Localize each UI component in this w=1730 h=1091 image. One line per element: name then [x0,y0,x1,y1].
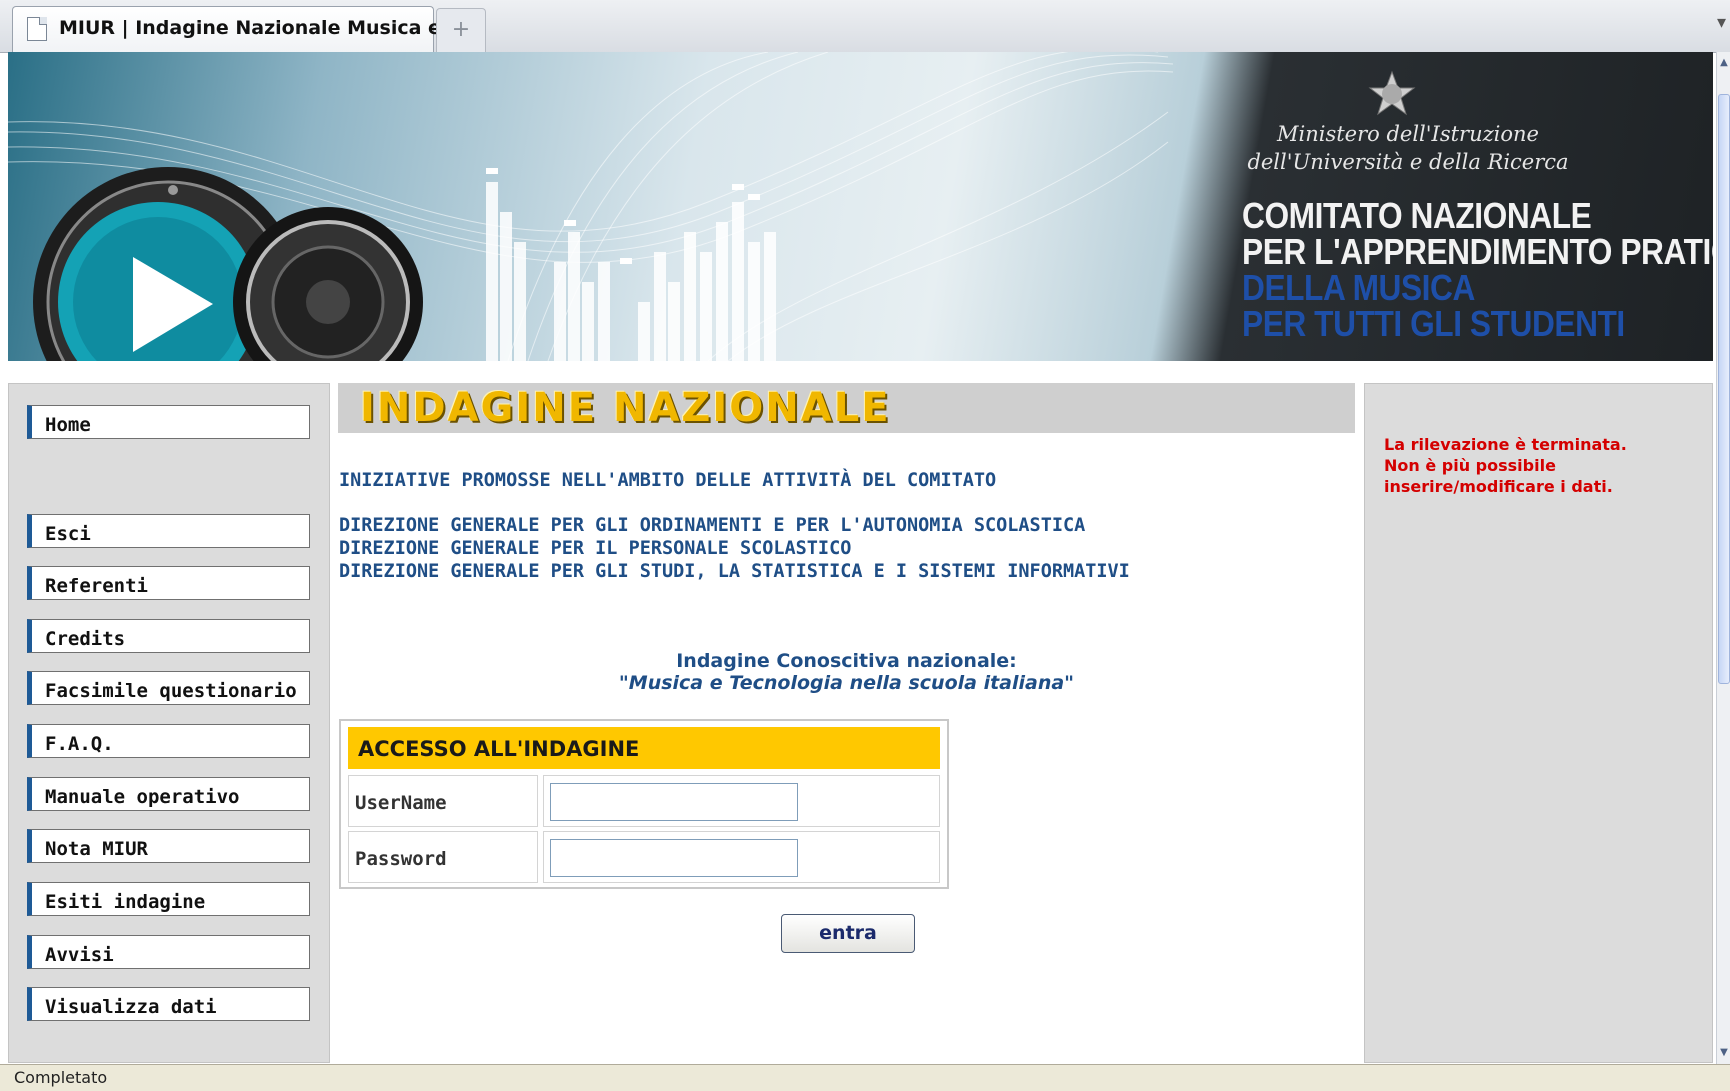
ministry-name: Ministero dell'Istruzione dell'Universit… [1247,122,1569,174]
nav-faq[interactable]: F.A.Q. [27,724,310,758]
username-row: UserName [348,775,940,827]
scroll-down-icon[interactable]: ▼ [1718,1044,1730,1062]
directorate-line: DIREZIONE GENERALE PER GLI STUDI, LA STA… [339,561,1130,582]
survey-subtitle: "Musica e Tecnologia nella scuola italia… [618,672,1075,694]
nav-credits[interactable]: Credits [27,619,310,653]
committee-title: COMITATO NAZIONALE PER L'APPRENDIMENTO P… [1242,195,1713,344]
tab-title: MIUR | Indagine Nazionale Musica e ... [59,17,470,39]
password-cell [543,831,940,883]
nav-esiti-indagine[interactable]: Esiti indagine [27,882,310,916]
directorate-line: DIREZIONE GENERALE PER GLI ORDINAMENTI E… [339,515,1086,536]
site-banner: Ministero dell'Istruzione dell'Universit… [8,52,1713,361]
vertical-scrollbar[interactable]: ▲ ▼ [1716,52,1730,1064]
status-text: Completato [14,1068,108,1087]
entra-button[interactable]: entra [781,914,915,953]
nav-esci[interactable]: Esci [27,514,310,548]
username-label: UserName [348,775,538,827]
tab-list-icon[interactable]: ▾ [1717,12,1726,33]
scroll-thumb[interactable] [1718,94,1730,684]
nav-facsimile-questionario[interactable]: Facsimile questionario [27,671,310,705]
nav-nota-miur[interactable]: Nota MIUR [27,829,310,863]
username-cell [543,775,940,827]
status-bar: Completato [0,1064,1730,1091]
nav-home[interactable]: Home [27,405,310,439]
nav-manuale-operativo[interactable]: Manuale operativo [27,777,310,811]
nav-visualizza-dati[interactable]: Visualizza dati [27,987,310,1021]
username-input[interactable] [550,783,798,821]
login-form: ACCESSO ALL'INDAGINE UserName Password [339,719,949,889]
browser-tab-bar: MIUR | Indagine Nazionale Musica e ... +… [0,0,1730,53]
initiatives-text: INIZIATIVE PROMOSSE NELL'AMBITO DELLE AT… [339,470,997,491]
left-navigation: Home Esci Referenti Credits Facsimile qu… [8,383,330,1063]
nav-referenti[interactable]: Referenti [27,566,310,600]
closure-notice: La rilevazione è terminata. Non è più po… [1384,435,1627,496]
scroll-up-icon[interactable]: ▲ [1718,54,1730,72]
right-panel: La rilevazione è terminata. Non è più po… [1364,383,1713,1063]
nav-avvisi[interactable]: Avvisi [27,935,310,969]
new-tab-button[interactable]: + [436,8,486,52]
browser-tab[interactable]: MIUR | Indagine Nazionale Musica e ... [12,6,469,52]
republic-emblem-icon [1368,70,1416,116]
main-header: INDAGINE NAZIONALE [338,383,1355,433]
password-row: Password [348,831,940,883]
login-heading: ACCESSO ALL'INDAGINE [348,727,940,769]
survey-title: Indagine Conoscitiva nazionale: [676,650,1017,672]
password-input[interactable] [550,839,798,877]
directorate-line: DIREZIONE GENERALE PER IL PERSONALE SCOL… [339,538,852,559]
password-label: Password [348,831,538,883]
page-title: INDAGINE NAZIONALE [360,385,891,431]
page-icon [27,17,47,41]
